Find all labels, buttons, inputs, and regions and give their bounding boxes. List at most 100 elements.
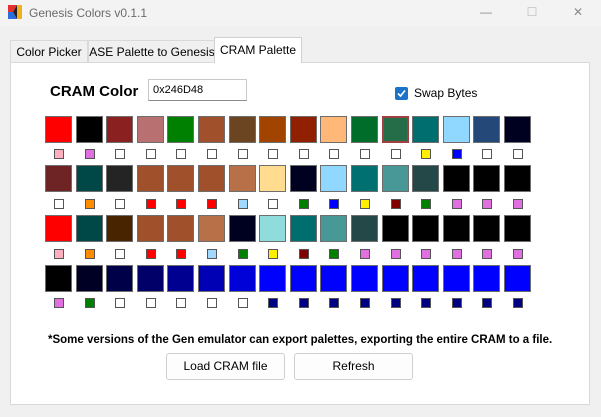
cram-swatch[interactable]	[259, 116, 286, 143]
cram-swatch[interactable]	[412, 215, 439, 242]
swatch-indicator	[421, 298, 431, 308]
cram-swatch[interactable]	[229, 165, 256, 192]
load-cram-button[interactable]: Load CRAM file	[166, 353, 285, 380]
swatch-indicator	[360, 249, 370, 259]
cram-swatch[interactable]	[473, 165, 500, 192]
cram-swatch[interactable]	[259, 215, 286, 242]
cram-swatch[interactable]	[229, 215, 256, 242]
cram-swatch[interactable]	[137, 215, 164, 242]
tab-ase-palette[interactable]: ASE Palette to Genesis	[88, 40, 216, 62]
swatch-indicator	[452, 199, 462, 209]
cram-swatch[interactable]	[76, 265, 103, 292]
cram-swatch[interactable]	[504, 116, 531, 143]
cram-swatch[interactable]	[106, 215, 133, 242]
cram-swatch[interactable]	[382, 215, 409, 242]
cram-swatch[interactable]	[76, 116, 103, 143]
cram-swatch[interactable]	[259, 165, 286, 192]
cram-swatch[interactable]	[76, 215, 103, 242]
cram-swatch[interactable]	[106, 165, 133, 192]
cram-swatch[interactable]	[290, 116, 317, 143]
cram-swatch[interactable]	[473, 215, 500, 242]
cram-swatch[interactable]	[198, 215, 225, 242]
swatch-indicator	[207, 149, 217, 159]
cram-swatch[interactable]	[167, 265, 194, 292]
cram-swatch[interactable]	[45, 165, 72, 192]
swatch-indicator	[482, 249, 492, 259]
checkmark-icon	[397, 89, 406, 98]
swatch-indicator	[268, 249, 278, 259]
minimize-button[interactable]: —	[463, 0, 509, 26]
maximize-button[interactable]: ☐	[509, 0, 555, 26]
cram-swatch[interactable]	[320, 215, 347, 242]
cram-swatch[interactable]	[473, 116, 500, 143]
swatch-indicator	[360, 149, 370, 159]
cram-swatch[interactable]	[45, 265, 72, 292]
cram-swatch[interactable]	[443, 215, 470, 242]
swatch-indicator	[85, 298, 95, 308]
cram-swatch[interactable]	[45, 215, 72, 242]
swatch-indicator	[207, 249, 217, 259]
swatch-indicator	[115, 298, 125, 308]
cram-color-input[interactable]	[148, 79, 247, 101]
swatch-indicator	[268, 199, 278, 209]
swatch-indicator	[360, 298, 370, 308]
swatch-indicator	[391, 249, 401, 259]
refresh-button[interactable]: Refresh	[294, 353, 413, 380]
cram-swatch[interactable]	[504, 215, 531, 242]
cram-swatch[interactable]	[198, 265, 225, 292]
swatch-indicator	[452, 298, 462, 308]
cram-swatch[interactable]	[320, 116, 347, 143]
swatch-indicator	[268, 298, 278, 308]
cram-swatch[interactable]	[137, 265, 164, 292]
close-button[interactable]: ✕	[555, 0, 601, 26]
cram-swatch[interactable]	[259, 265, 286, 292]
cram-swatch[interactable]	[320, 165, 347, 192]
cram-swatch[interactable]	[504, 265, 531, 292]
cram-swatch[interactable]	[290, 165, 317, 192]
cram-swatch[interactable]	[443, 265, 470, 292]
cram-swatch[interactable]	[351, 265, 378, 292]
tab-color-picker[interactable]: Color Picker	[10, 40, 88, 62]
cram-swatch[interactable]	[229, 116, 256, 143]
cram-swatch[interactable]	[229, 265, 256, 292]
cram-swatch[interactable]	[167, 116, 194, 143]
swatch-indicator	[482, 298, 492, 308]
cram-swatch[interactable]	[167, 165, 194, 192]
cram-swatch[interactable]	[320, 265, 347, 292]
app-logo-icon	[8, 5, 22, 19]
swap-bytes-label[interactable]: Swap Bytes	[414, 86, 477, 100]
cram-swatch[interactable]	[198, 165, 225, 192]
swatch-indicator	[299, 149, 309, 159]
swatch-indicator	[329, 298, 339, 308]
swatch-indicator	[238, 298, 248, 308]
cram-swatch[interactable]	[351, 215, 378, 242]
cram-swatch[interactable]	[382, 265, 409, 292]
cram-swatch[interactable]	[382, 116, 409, 143]
cram-swatch[interactable]	[137, 165, 164, 192]
swatch-indicator	[421, 199, 431, 209]
cram-swatch[interactable]	[106, 265, 133, 292]
cram-swatch[interactable]	[106, 116, 133, 143]
cram-swatch[interactable]	[412, 265, 439, 292]
cram-swatch[interactable]	[412, 165, 439, 192]
cram-swatch[interactable]	[473, 265, 500, 292]
swatch-indicator	[299, 249, 309, 259]
cram-swatch[interactable]	[290, 265, 317, 292]
window-title: Genesis Colors v0.1.1	[29, 6, 148, 20]
cram-swatch[interactable]	[45, 116, 72, 143]
cram-swatch[interactable]	[382, 165, 409, 192]
cram-swatch[interactable]	[137, 116, 164, 143]
cram-swatch[interactable]	[198, 116, 225, 143]
cram-swatch[interactable]	[76, 165, 103, 192]
cram-swatch[interactable]	[443, 165, 470, 192]
swap-bytes-checkbox[interactable]	[395, 87, 408, 100]
cram-swatch[interactable]	[443, 116, 470, 143]
tab-cram-palette[interactable]: CRAM Palette	[214, 37, 302, 63]
cram-swatch[interactable]	[167, 215, 194, 242]
cram-swatch[interactable]	[504, 165, 531, 192]
cram-swatch[interactable]	[351, 165, 378, 192]
cram-swatch[interactable]	[412, 116, 439, 143]
swatch-indicator	[146, 199, 156, 209]
cram-swatch[interactable]	[351, 116, 378, 143]
cram-swatch[interactable]	[290, 215, 317, 242]
